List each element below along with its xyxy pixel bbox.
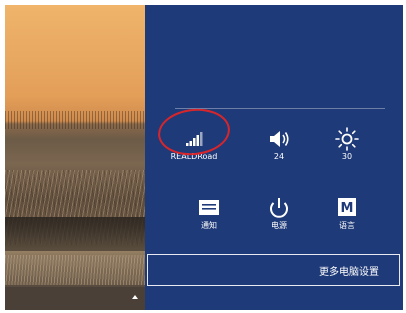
volume-tile[interactable]: 24 (249, 126, 309, 174)
keyboard-language-label: 语言 (339, 221, 355, 230)
power-tile[interactable]: 电源 (249, 195, 309, 243)
keyboard-language-tile[interactable]: M 语言 (317, 195, 377, 243)
brightness-label: 30 (341, 152, 353, 161)
brightness-tile[interactable]: 30 (317, 126, 377, 174)
settings-charm-panel: REALDRoad 24 30 通知 电源 M 语言 更多电脑设置 (145, 5, 403, 310)
network-label: REALDRoad (170, 152, 218, 161)
power-icon (249, 195, 309, 221)
volume-label: 24 (273, 152, 285, 161)
panel-bottom-strip (145, 286, 403, 310)
network-tile[interactable]: REALDRoad (164, 126, 224, 174)
brightness-sun-icon (317, 126, 377, 152)
wifi-signal-icon (164, 126, 224, 152)
wallpaper-foreground (5, 255, 145, 285)
panel-divider (175, 108, 385, 109)
desktop-wallpaper (5, 5, 145, 310)
notifications-label: 通知 (201, 221, 217, 230)
power-label: 电源 (271, 221, 287, 230)
wallpaper-water (5, 217, 145, 251)
speaker-volume-icon (249, 126, 309, 152)
notification-icon (179, 195, 239, 221)
show-hidden-icons-arrow-icon[interactable] (132, 295, 138, 299)
taskbar (5, 287, 145, 310)
screenshot-frame: REALDRoad 24 30 通知 电源 M 语言 更多电脑设置 (5, 5, 403, 310)
notifications-tile[interactable]: 通知 (179, 195, 239, 243)
wallpaper-treeline (5, 111, 145, 129)
more-pc-settings-label: 更多电脑设置 (319, 266, 379, 278)
keyboard-language-icon: M (317, 195, 377, 221)
more-pc-settings-button[interactable]: 更多电脑设置 (147, 254, 400, 286)
keyboard-glyph: M (341, 201, 354, 216)
